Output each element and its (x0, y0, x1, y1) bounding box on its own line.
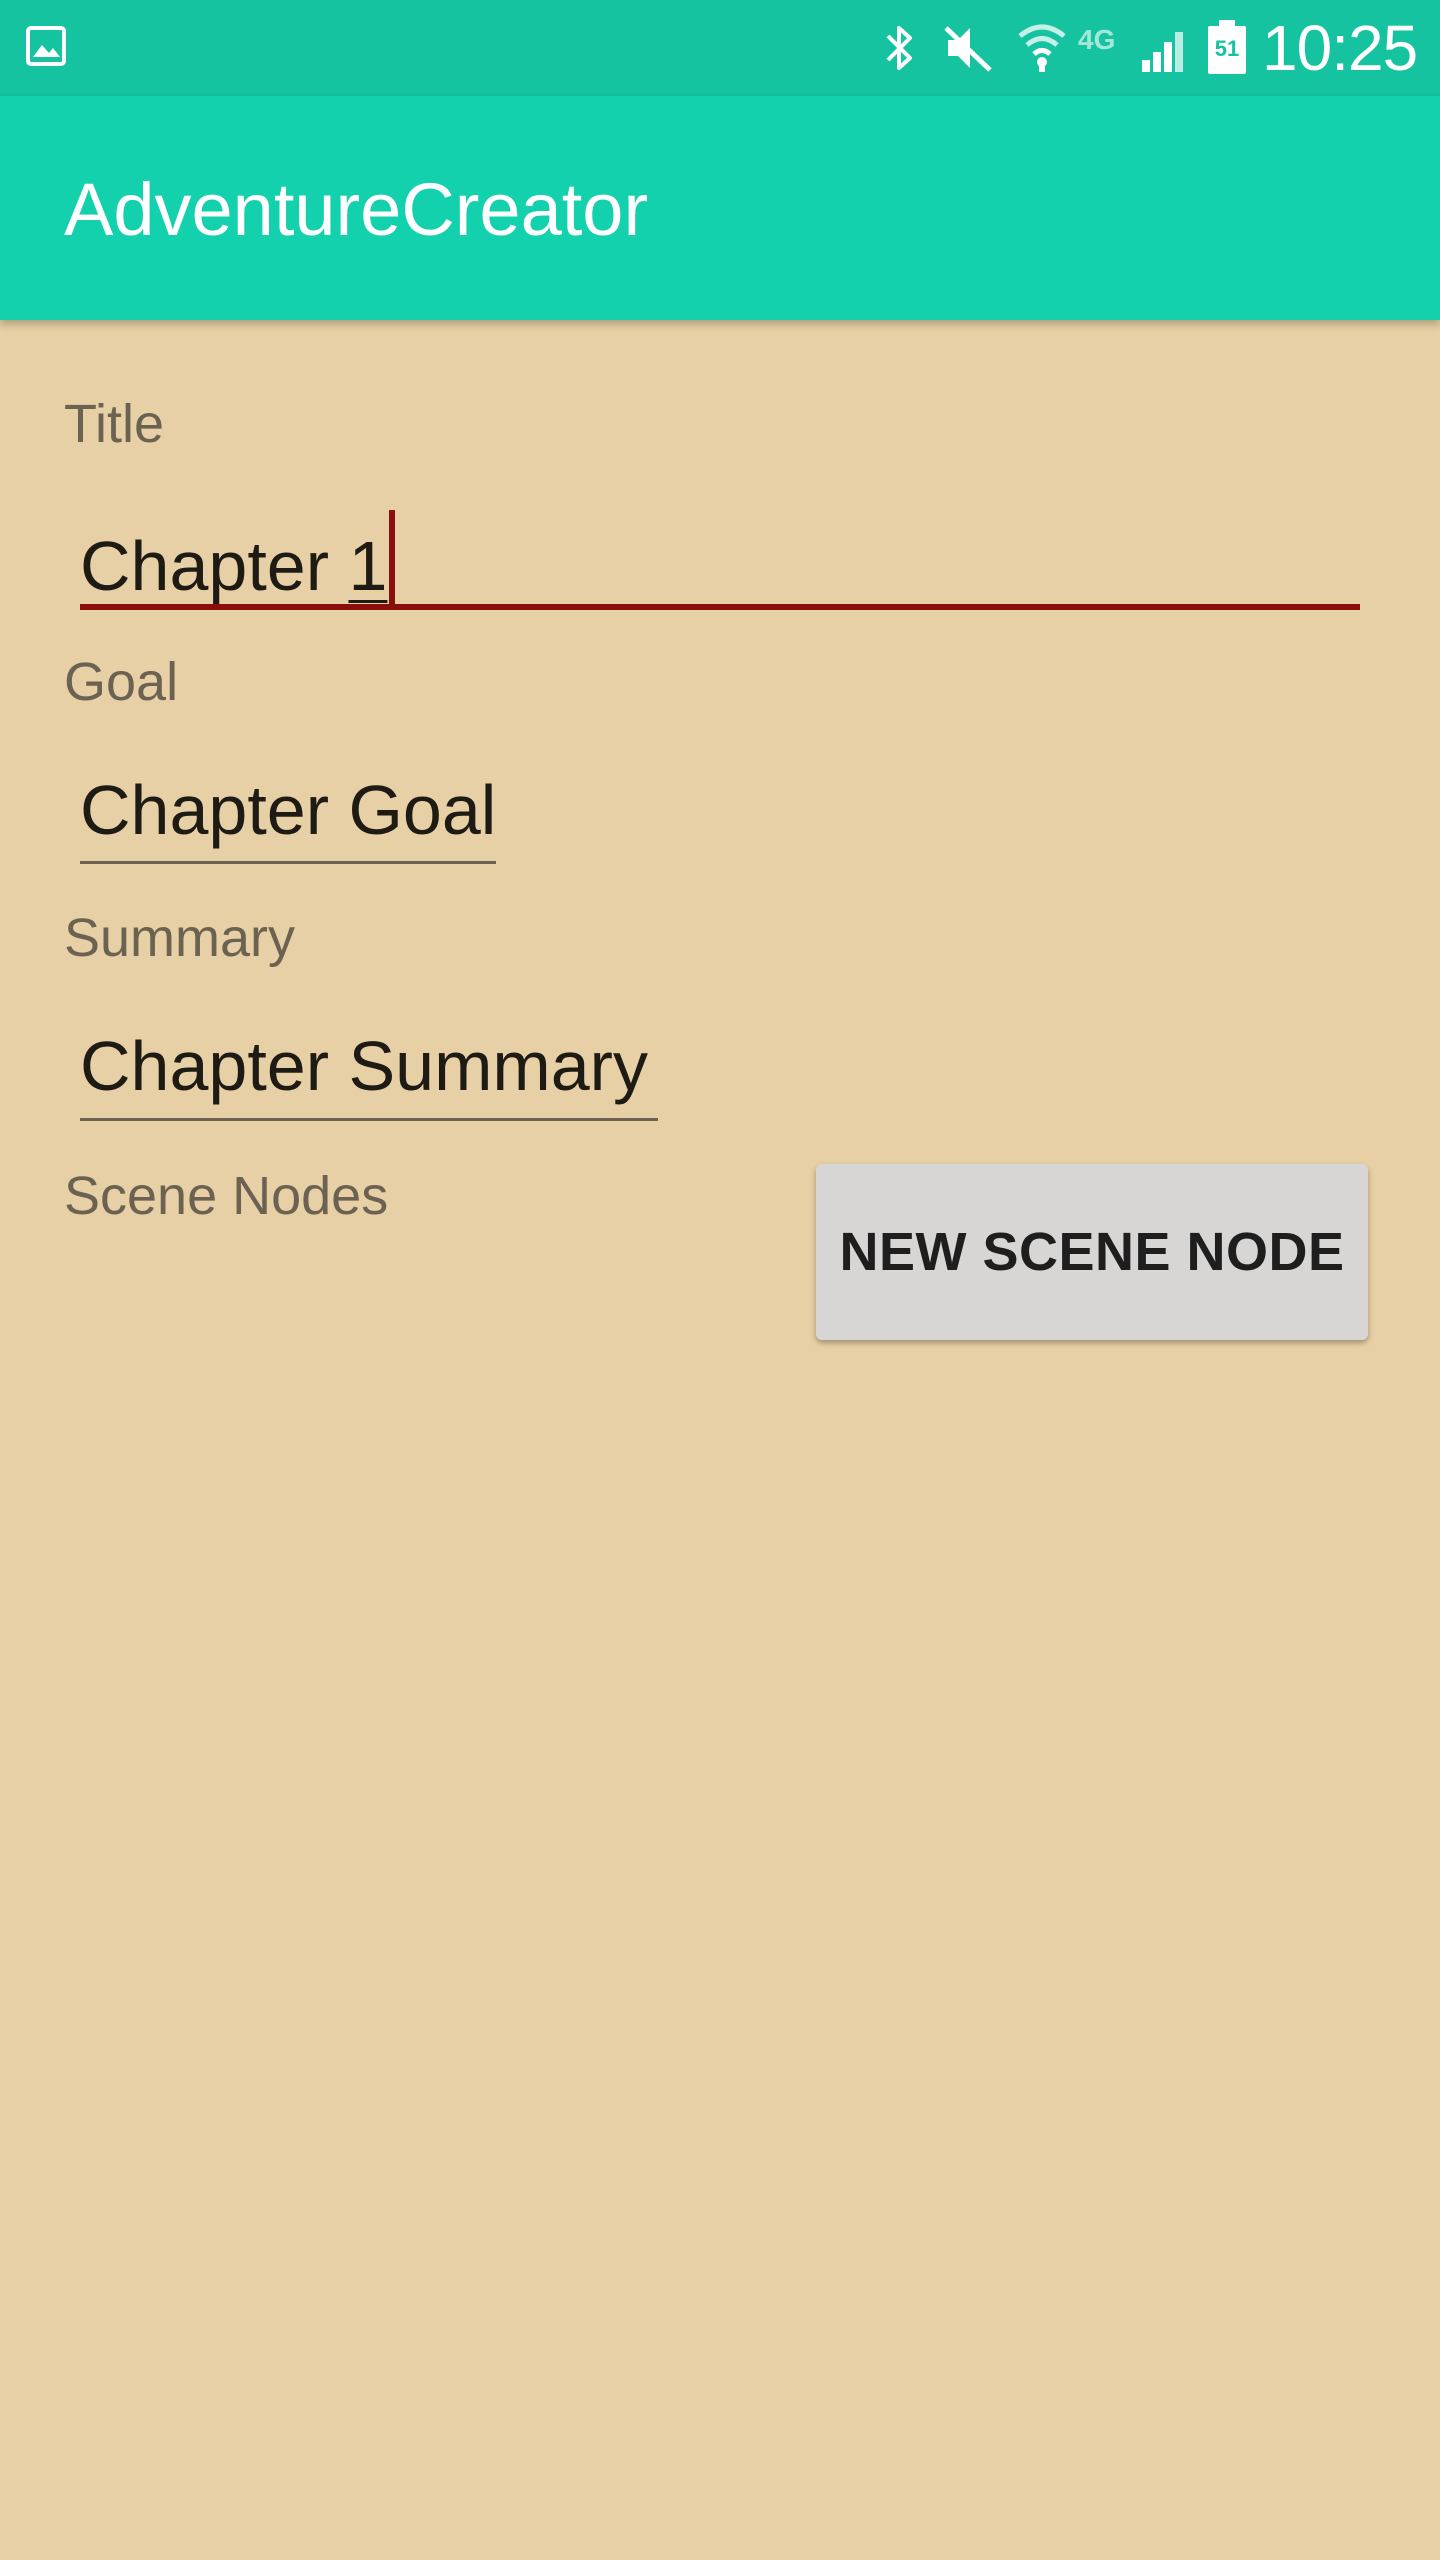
bluetooth-icon (886, 26, 912, 70)
text-cursor (389, 510, 396, 606)
title-field-composing-text: 1 (348, 527, 388, 605)
app-bar: AdventureCreator (0, 96, 1440, 320)
battery-level: 51 (1214, 36, 1240, 61)
status-bar: 4G 51 10:25 (0, 0, 1440, 96)
summary-field-underline (80, 1118, 658, 1121)
4g-icon: 4G (1078, 24, 1116, 55)
status-clock: 10:25 (1262, 12, 1418, 84)
gallery-icon (26, 26, 66, 66)
summary-field[interactable]: Chapter Summary (80, 1024, 648, 1126)
new-scene-node-button[interactable]: NEW SCENE NODE (816, 1164, 1368, 1340)
app-title: AdventureCreator (64, 168, 649, 251)
summary-label: Summary (64, 908, 296, 968)
goal-field[interactable]: Chapter Goal (80, 768, 496, 870)
title-field-underline (80, 604, 1360, 610)
title-label: Title (64, 394, 165, 454)
signal-icon (1142, 32, 1183, 72)
wifi-icon (1018, 24, 1066, 72)
goal-label: Goal (64, 652, 179, 712)
goal-field-underline (80, 861, 496, 864)
scene-nodes-label: Scene Nodes (64, 1166, 389, 1226)
title-field-text: Chapter (80, 527, 349, 605)
battery-icon: 51 (1208, 20, 1246, 74)
mute-icon (944, 26, 992, 72)
